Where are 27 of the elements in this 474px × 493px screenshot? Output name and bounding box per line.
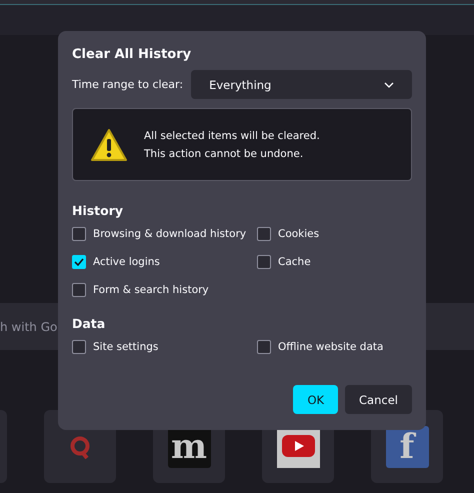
ring-icon: [69, 434, 91, 458]
checkbox[interactable]: [257, 255, 271, 269]
checkbox-label[interactable]: Cookies: [278, 228, 320, 240]
dialog-title: Clear All History: [72, 47, 192, 62]
checkbox-label[interactable]: Form & search history: [93, 284, 209, 296]
checkbox[interactable]: [257, 340, 271, 354]
checkbox[interactable]: [72, 255, 86, 269]
checkbox[interactable]: [72, 283, 86, 297]
checkbox-label[interactable]: Cache: [278, 256, 311, 268]
cancel-button[interactable]: Cancel: [345, 385, 412, 414]
checkbox[interactable]: [72, 340, 86, 354]
chevron-down-icon: [384, 82, 394, 88]
checkbox-label[interactable]: Browsing & download history: [93, 228, 246, 240]
checkbox[interactable]: [72, 227, 86, 241]
ok-button[interactable]: OK: [293, 385, 338, 414]
warning-icon: [90, 128, 128, 162]
checkbox[interactable]: [257, 227, 271, 241]
warning-text: All selected items will be cleared.: [144, 130, 320, 142]
section-heading: History: [72, 203, 124, 218]
field-label: Time range to clear:: [72, 78, 184, 91]
warning-text: This action cannot be undone.: [144, 148, 304, 160]
logo-icon: f: [386, 426, 428, 468]
checkbox-label[interactable]: Site settings: [93, 341, 158, 353]
section-heading: Data: [72, 316, 106, 331]
checkbox-label[interactable]: Offline website data: [278, 341, 384, 353]
time-range-dropdown[interactable]: Everything: [191, 70, 412, 99]
checkbox-label[interactable]: Active logins: [93, 256, 160, 268]
